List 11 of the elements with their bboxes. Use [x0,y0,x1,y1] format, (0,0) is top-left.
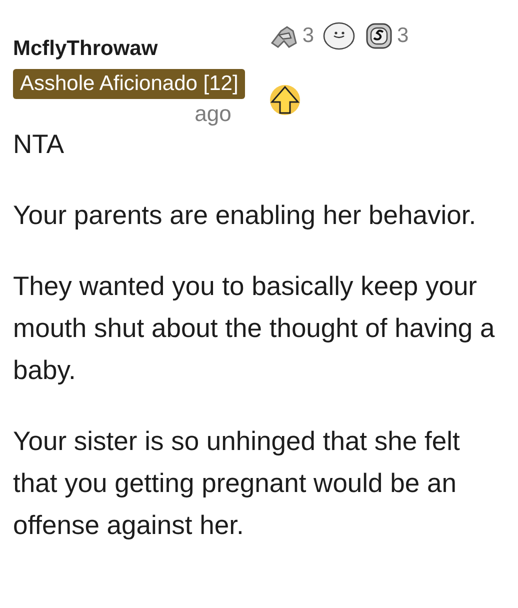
timestamp: ago [194,100,232,128]
comment-paragraph: They wanted you to basically keep your mouth shut about the thought of having a baby. [13,270,496,387]
username[interactable]: McflyThrowaw [13,36,246,62]
user-flair: Asshole Aficionado [12] [13,69,246,99]
comment-paragraph: NTA [13,128,66,161]
comment-paragraph: Your sister is so unhinged that she felt that you getting pregnant would be an offense against her. [13,425,461,542]
arrow-icon [269,84,302,116]
award-count: 3 [397,24,409,48]
award-count: 3 [302,24,314,48]
seal-icon [322,21,356,52]
comment-paragraph: Your parents are enabling her behavior. [13,199,478,232]
